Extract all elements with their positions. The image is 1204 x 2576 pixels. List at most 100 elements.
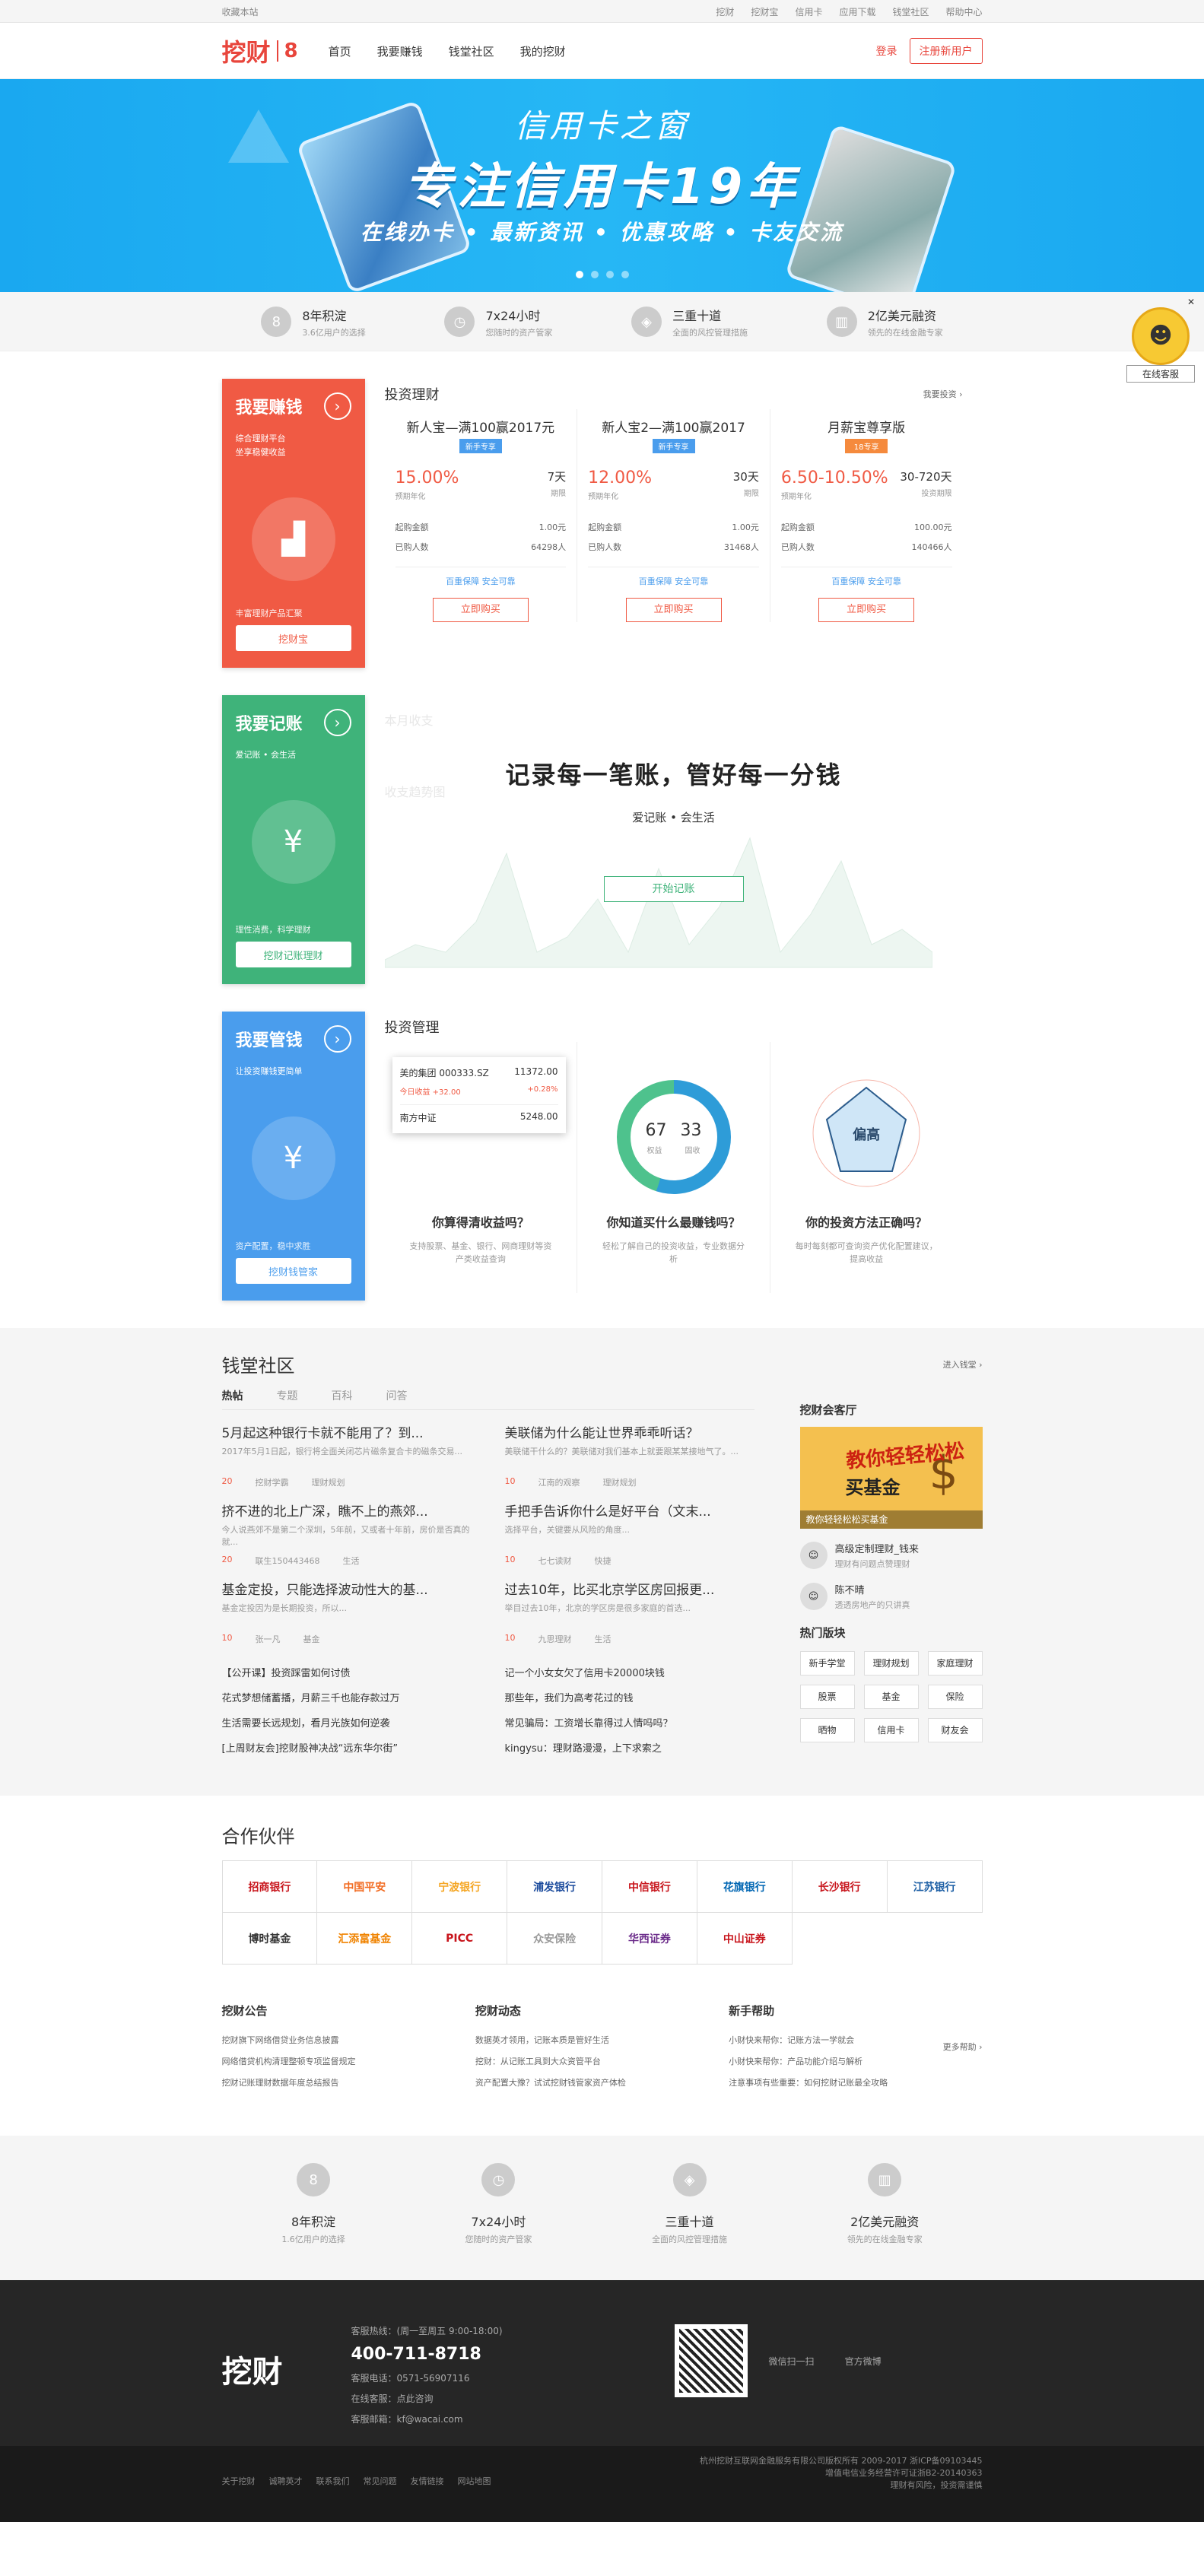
carousel-dot[interactable] — [575, 271, 583, 278]
news-link[interactable]: 数据英才领用，记账本质是管好生活 — [475, 2034, 729, 2046]
footer-link[interactable]: 友情链接 — [411, 2475, 444, 2492]
post-board[interactable]: 快捷 — [595, 1555, 612, 1567]
site-logo[interactable]: 挖财 8 — [222, 33, 298, 68]
top-link-community[interactable]: 钱堂社区 — [892, 5, 929, 18]
start-accounting-button[interactable]: 开始记账 — [603, 876, 744, 902]
post-item[interactable]: 手把手告诉你什么是好平台（文末... 选择平台，关键要从风险的角度... 10 七七读… — [505, 1488, 754, 1567]
post-title[interactable]: 挤不进的北上广深，瞧不上的燕郊... — [222, 1501, 472, 1520]
accounting-side-panel[interactable]: 我要记账 › 爱记账 • 会生活 ¥ 理性消费，科学理财 挖财记账理财 — [221, 695, 365, 984]
news-link[interactable]: 挖财：从记账工具到大众资管平台 — [475, 2055, 729, 2067]
post-item[interactable]: 基金定投，只能选择波动性大的基... 基金定投因为是长期投资，所以... 10 张一凡… — [222, 1567, 472, 1645]
nav-my-wacai[interactable]: 我的挖财 — [520, 39, 566, 64]
weibo-link[interactable]: 官方微博 — [845, 2355, 882, 2368]
fund-promo-banner[interactable]: $ 教你轻轻松松 买基金 教你轻轻松松买基金 — [799, 1427, 983, 1529]
footer-link[interactable]: 关于挖财 — [222, 2475, 256, 2492]
post-author[interactable]: 江南的观察 — [538, 1476, 580, 1488]
board-button[interactable]: 理财规划 — [863, 1651, 919, 1676]
post-board[interactable]: 基金 — [303, 1633, 320, 1645]
carousel-dot[interactable] — [590, 271, 599, 278]
arrow-right-icon[interactable]: › — [323, 392, 351, 420]
manage-card[interactable]: 偏高 你的投资方法正确吗？ 每时每刻都可查询资产优化配置建议，提高收益 — [770, 1042, 963, 1293]
buy-button[interactable]: 立即购买 — [625, 598, 722, 622]
post-board[interactable]: 理财规划 — [603, 1476, 637, 1488]
footer-logo[interactable]: 挖财 — [222, 2347, 351, 2391]
buy-button[interactable]: 立即购买 — [432, 598, 529, 622]
news-link[interactable]: 网络借贷机构清理整顿专项监督规定 — [222, 2055, 475, 2067]
wechat-link[interactable]: 微信扫一扫 — [769, 2355, 815, 2368]
board-button[interactable]: 保险 — [927, 1685, 983, 1709]
post-item[interactable]: 5月起这种银行卡就不能用了？到... 2017年5月1日起，银行将全面关闭芯片磁条… — [222, 1410, 472, 1488]
buy-button[interactable]: 立即购买 — [818, 598, 915, 622]
community-more-link[interactable]: 进入钱堂 › — [943, 1358, 983, 1371]
tab-topics[interactable]: 专题 — [277, 1388, 298, 1403]
post-author[interactable]: 九思理财 — [538, 1633, 572, 1645]
manage-side-panel[interactable]: 我要管钱 › 让投资赚钱更简单 ¥ 资产配置，稳中求胜 挖财钱管家 — [221, 1012, 365, 1301]
partner-logo[interactable]: 中山证券 — [697, 1913, 793, 1965]
arrow-right-icon[interactable]: › — [323, 709, 351, 736]
product-name[interactable]: 新人宝—满100赢2017元 — [396, 417, 567, 436]
partner-logo[interactable]: 江苏银行 — [887, 1861, 983, 1913]
board-button[interactable]: 家庭理财 — [927, 1651, 983, 1676]
partner-logo[interactable]: 华西证券 — [602, 1913, 697, 1965]
partner-logo[interactable]: 中国平安 — [317, 1861, 413, 1913]
host-item[interactable]: ☺ 陈不晴 透透房地产的只讲真 — [799, 1582, 983, 1611]
community-link[interactable]: 花式梦想储蓄播，月薪三千也能存款过万 — [222, 1690, 472, 1704]
board-button[interactable]: 财友会 — [927, 1718, 983, 1742]
partner-logo[interactable]: 长沙银行 — [792, 1861, 888, 1913]
post-author[interactable]: 挖财学霸 — [256, 1476, 289, 1488]
close-icon[interactable]: ✕ — [1126, 297, 1195, 307]
post-item[interactable]: 美联储为什么能让世界乖乖听话？ 美联储干什么的？美联储对我们基本上就要跟某某接地气… — [505, 1410, 754, 1488]
register-button[interactable]: 注册新用户 — [909, 38, 983, 64]
nav-earn[interactable]: 我要赚钱 — [377, 39, 423, 64]
community-link[interactable]: [上周财友会]挖财股神决战“远东华尔街” — [222, 1740, 472, 1755]
tab-hot[interactable]: 热帖 — [222, 1388, 243, 1403]
post-item[interactable]: 过去10年，比买北京学区房回报更... 举目过去10年，北京的学区房是很多家庭的首… — [505, 1567, 754, 1645]
top-link-creditcard[interactable]: 信用卡 — [795, 5, 822, 18]
tab-wiki[interactable]: 百科 — [332, 1388, 353, 1403]
community-link[interactable]: 生活需要长远规划，看月光族如何逆袭 — [222, 1715, 472, 1730]
post-board[interactable]: 生活 — [343, 1555, 360, 1567]
news-link[interactable]: 小财快来帮你：产品功能介绍与解析 — [729, 2055, 982, 2067]
post-title[interactable]: 基金定投，只能选择波动性大的基... — [222, 1579, 472, 1598]
post-title[interactable]: 5月起这种银行卡就不能用了？到... — [222, 1422, 472, 1441]
help-more-link[interactable]: 更多帮助 › — [943, 2041, 983, 2053]
post-title[interactable]: 过去10年，比买北京学区房回报更... — [505, 1579, 754, 1598]
top-link-download[interactable]: 应用下载 — [839, 5, 875, 18]
post-title[interactable]: 美联储为什么能让世界乖乖听话？ — [505, 1422, 754, 1441]
partner-logo[interactable]: 浦发银行 — [507, 1861, 602, 1913]
post-title[interactable]: 手把手告诉你什么是好平台（文末... — [505, 1501, 754, 1520]
partner-logo[interactable]: 中信银行 — [602, 1861, 697, 1913]
nav-home[interactable]: 首页 — [329, 39, 351, 64]
partner-logo[interactable]: 汇添富基金 — [317, 1913, 413, 1965]
host-item[interactable]: ☺ 高级定制理财_钱来 理财有问题点赞理财 — [799, 1541, 983, 1570]
news-link[interactable]: 注意事项有些重要：如何挖财记账最全攻略 — [729, 2076, 982, 2088]
product-name[interactable]: 月薪宝尊享版 — [781, 417, 952, 436]
invest-side-panel[interactable]: 我要赚钱 › 综合理财平台 坐享稳健收益 ▟ 丰富理财产品汇聚 挖财宝 — [221, 379, 365, 668]
board-button[interactable]: 信用卡 — [863, 1718, 919, 1742]
arrow-right-icon[interactable]: › — [323, 1025, 351, 1053]
online-service-widget[interactable]: ✕ ☻ 在线客服 — [1126, 297, 1195, 383]
post-board[interactable]: 理财规划 — [312, 1476, 345, 1488]
post-author[interactable]: 张一凡 — [256, 1633, 281, 1645]
bookmark-link[interactable]: 收藏本站 — [222, 5, 259, 18]
board-button[interactable]: 基金 — [863, 1685, 919, 1709]
online-service-label[interactable]: 在线客服 — [1126, 365, 1195, 383]
post-board[interactable]: 生活 — [595, 1633, 612, 1645]
carousel-dot[interactable] — [621, 271, 629, 278]
post-author[interactable]: 联生150443468 — [256, 1555, 320, 1567]
partner-logo[interactable]: 博时基金 — [222, 1913, 318, 1965]
post-item[interactable]: 挤不进的北上广深，瞧不上的燕郊... 今人说燕郊不是第二个深圳，5年前，又或者十年… — [222, 1488, 472, 1567]
footer-link[interactable]: 常见问题 — [364, 2475, 397, 2492]
partner-logo[interactable]: 花旗银行 — [697, 1861, 793, 1913]
partner-logo[interactable]: 招商银行 — [222, 1861, 318, 1913]
board-button[interactable]: 晒物 — [799, 1718, 855, 1742]
news-link[interactable]: 挖财记账理财数据年度总结报告 — [222, 2076, 475, 2088]
partner-logo[interactable]: PICC — [412, 1913, 508, 1965]
top-link-help[interactable]: 帮助中心 — [945, 5, 982, 18]
nav-community[interactable]: 钱堂社区 — [449, 39, 494, 64]
tab-qa[interactable]: 问答 — [386, 1388, 408, 1403]
hero-banner[interactable]: 信用卡之窗 专注信用卡19年 在线办卡 • 最新资讯 • 优惠攻略 • 卡友交流 — [0, 79, 1204, 292]
manage-card[interactable]: 美的集团 000333.SZ 11372.00 今日收益 +32.00 +0.28%… — [385, 1042, 578, 1293]
footer-link[interactable]: 诚聘英才 — [269, 2475, 303, 2492]
news-link[interactable]: 挖财旗下网络借贷业务信息披露 — [222, 2034, 475, 2046]
